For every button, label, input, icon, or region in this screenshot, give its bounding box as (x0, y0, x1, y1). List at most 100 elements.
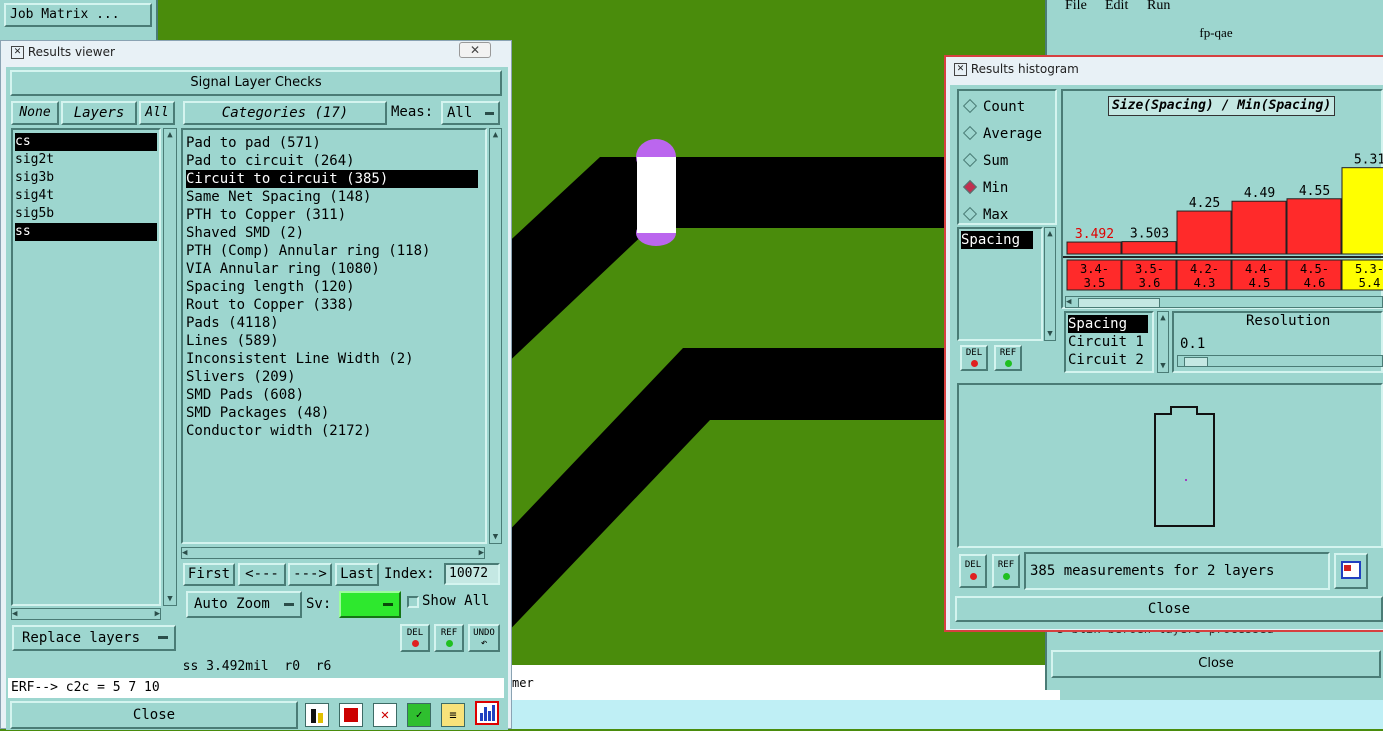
scroll-down-arrow-icon[interactable]: ▼ (1045, 328, 1055, 340)
close-window-icon[interactable]: ✕ (459, 42, 491, 58)
chart-report-icon[interactable] (339, 703, 363, 727)
series-item-spacing[interactable]: Spacing (1068, 315, 1148, 333)
first-button[interactable]: First (183, 563, 235, 586)
index-field[interactable]: 10072 (444, 563, 500, 585)
category-item[interactable]: Shaved SMD (2) (186, 224, 482, 242)
green-check-icon[interactable]: ✓ (407, 703, 431, 727)
categories-vscrollbar[interactable]: ▲ ▼ (489, 128, 502, 544)
mode-sum-radio[interactable]: Sum (962, 148, 1042, 175)
histogram-bar[interactable] (1066, 241, 1122, 255)
prev-button[interactable]: <--- (238, 563, 286, 586)
category-item[interactable]: Lines (589) (186, 332, 482, 350)
slider-thumb[interactable] (1184, 357, 1208, 367)
scroll-right-arrow-icon[interactable]: ▶ (155, 608, 160, 620)
resolution-slider[interactable] (1177, 355, 1383, 367)
layers-hscrollbar[interactable]: ◀ ▶ (11, 608, 161, 620)
layer-item-sig4t[interactable]: sig4t (15, 187, 157, 205)
category-item[interactable]: Conductor width (2172) (186, 422, 482, 440)
category-item[interactable]: PTH (Comp) Annular ring (118) (186, 242, 482, 260)
layer-item-sig2t[interactable]: sig2t (15, 151, 157, 169)
histogram-bar[interactable] (1121, 241, 1177, 255)
hist-ref-button[interactable]: REF (994, 345, 1022, 371)
layer-item-sig5b[interactable]: sig5b (15, 205, 157, 223)
category-item[interactable]: Same Net Spacing (148) (186, 188, 482, 206)
replace-layers-dropdown[interactable]: Replace layers (12, 625, 176, 651)
preview-ref-button[interactable]: REF (992, 554, 1020, 588)
scroll-left-arrow-icon[interactable]: ◀ (12, 608, 17, 620)
layers-none-button[interactable]: None (11, 101, 59, 125)
category-item-selected[interactable]: Circuit to circuit (385) (186, 170, 478, 188)
notes-icon[interactable]: ≡ (441, 703, 465, 727)
mode-radio-group[interactable]: Count Average Sum Min Max (962, 94, 1042, 229)
show-all-checkbox[interactable] (407, 596, 419, 608)
category-item[interactable]: Pad to circuit (264) (186, 152, 482, 170)
category-item[interactable]: VIA Annular ring (1080) (186, 260, 482, 278)
category-item[interactable]: Slivers (209) (186, 368, 482, 386)
category-item[interactable]: Pad to pad (571) (186, 134, 482, 152)
measure-list[interactable]: Spacing (957, 227, 1043, 341)
measure-vscrollbar[interactable]: ▲ ▼ (1044, 227, 1056, 341)
mode-min-radio[interactable]: Min (962, 175, 1042, 202)
menu-run[interactable]: Run (1147, 0, 1170, 14)
main-close-button[interactable]: Close (1051, 650, 1381, 678)
scroll-left-arrow-icon[interactable]: ◀ (182, 547, 187, 559)
scroll-up-arrow-icon[interactable]: ▲ (1158, 312, 1168, 324)
delete-crossed-icon[interactable]: ✕ (373, 703, 397, 727)
layers-list[interactable]: cs sig2t sig3b sig4t sig5b ss (11, 128, 161, 606)
layer-item-cs[interactable]: cs (15, 133, 157, 151)
category-item[interactable]: SMD Packages (48) (186, 404, 482, 422)
layer-item-ss[interactable]: ss (15, 223, 157, 241)
category-item[interactable]: PTH to Copper (311) (186, 206, 482, 224)
layers-all-button[interactable]: All (139, 101, 175, 125)
scroll-down-arrow-icon[interactable]: ▼ (164, 593, 176, 605)
scroll-thumb[interactable] (1078, 298, 1160, 308)
category-item[interactable]: Pads (4118) (186, 314, 482, 332)
scroll-down-arrow-icon[interactable]: ▼ (490, 531, 501, 543)
meas-dropdown[interactable]: All (441, 101, 500, 125)
scroll-up-arrow-icon[interactable]: ▲ (490, 129, 501, 141)
del-button[interactable]: DEL (400, 624, 430, 652)
layers-vscrollbar[interactable]: ▲ ▼ (163, 128, 177, 606)
auto-zoom-dropdown[interactable]: Auto Zoom (186, 591, 302, 618)
histogram-bar[interactable] (1341, 167, 1383, 255)
histogram-icon[interactable] (475, 701, 499, 725)
scroll-down-arrow-icon[interactable]: ▼ (1158, 360, 1168, 372)
category-item[interactable]: SMD Pads (608) (186, 386, 482, 404)
layer-toolbar-icon[interactable] (305, 703, 329, 727)
histogram-close-button[interactable]: Close (955, 596, 1383, 622)
categories-list[interactable]: Pad to pad (571) Pad to circuit (264) Ci… (181, 128, 487, 544)
histogram-bar[interactable] (1231, 200, 1287, 255)
results-viewer-close-button[interactable]: Close (10, 701, 298, 729)
mode-average-radio[interactable]: Average (962, 121, 1042, 148)
scroll-up-arrow-icon[interactable]: ▲ (1045, 228, 1055, 240)
histogram-chart[interactable]: 3.492 3.4-3.5 3.503 3.5-3.6 4.25 4.2-4.3 4.49 4… (1063, 120, 1383, 296)
series-list[interactable]: Spacing Circuit 1 Circuit 2 (1064, 311, 1154, 373)
series-item-circuit-1[interactable]: Circuit 1 (1068, 333, 1150, 351)
scroll-right-arrow-icon[interactable]: ▶ (479, 547, 484, 559)
export-icon[interactable] (1334, 553, 1368, 589)
category-item[interactable]: Inconsistent Line Width (2) (186, 350, 482, 368)
menu-edit[interactable]: Edit (1105, 0, 1128, 14)
undo-button[interactable]: UNDO ↶ (468, 624, 500, 652)
categories-button[interactable]: Categories (17) (183, 101, 387, 125)
category-item[interactable]: Spacing length (120) (186, 278, 482, 296)
categories-hscrollbar[interactable]: ◀ ▶ (181, 547, 485, 559)
next-button[interactable]: ---> (288, 563, 332, 586)
job-matrix-button[interactable]: Job Matrix ... (4, 3, 152, 27)
histogram-bar[interactable] (1176, 210, 1232, 255)
sv-color-dropdown[interactable] (339, 591, 401, 618)
measure-item-spacing[interactable]: Spacing (961, 231, 1033, 249)
mode-count-radio[interactable]: Count (962, 94, 1042, 121)
chart-hscrollbar[interactable]: ◀ (1065, 296, 1383, 308)
scroll-up-arrow-icon[interactable]: ▲ (164, 129, 176, 141)
histogram-bar[interactable] (1286, 198, 1342, 255)
category-item[interactable]: Rout to Copper (338) (186, 296, 482, 314)
scroll-left-arrow-icon[interactable]: ◀ (1066, 296, 1071, 308)
ref-button[interactable]: REF (434, 624, 464, 652)
hist-del-button[interactable]: DEL (960, 345, 988, 371)
preview-del-button[interactable]: DEL (959, 554, 987, 588)
series-item-circuit-2[interactable]: Circuit 2 (1068, 351, 1150, 369)
series-vscrollbar[interactable]: ▲ ▼ (1157, 311, 1169, 373)
layer-item-sig3b[interactable]: sig3b (15, 169, 157, 187)
last-button[interactable]: Last (335, 563, 379, 586)
